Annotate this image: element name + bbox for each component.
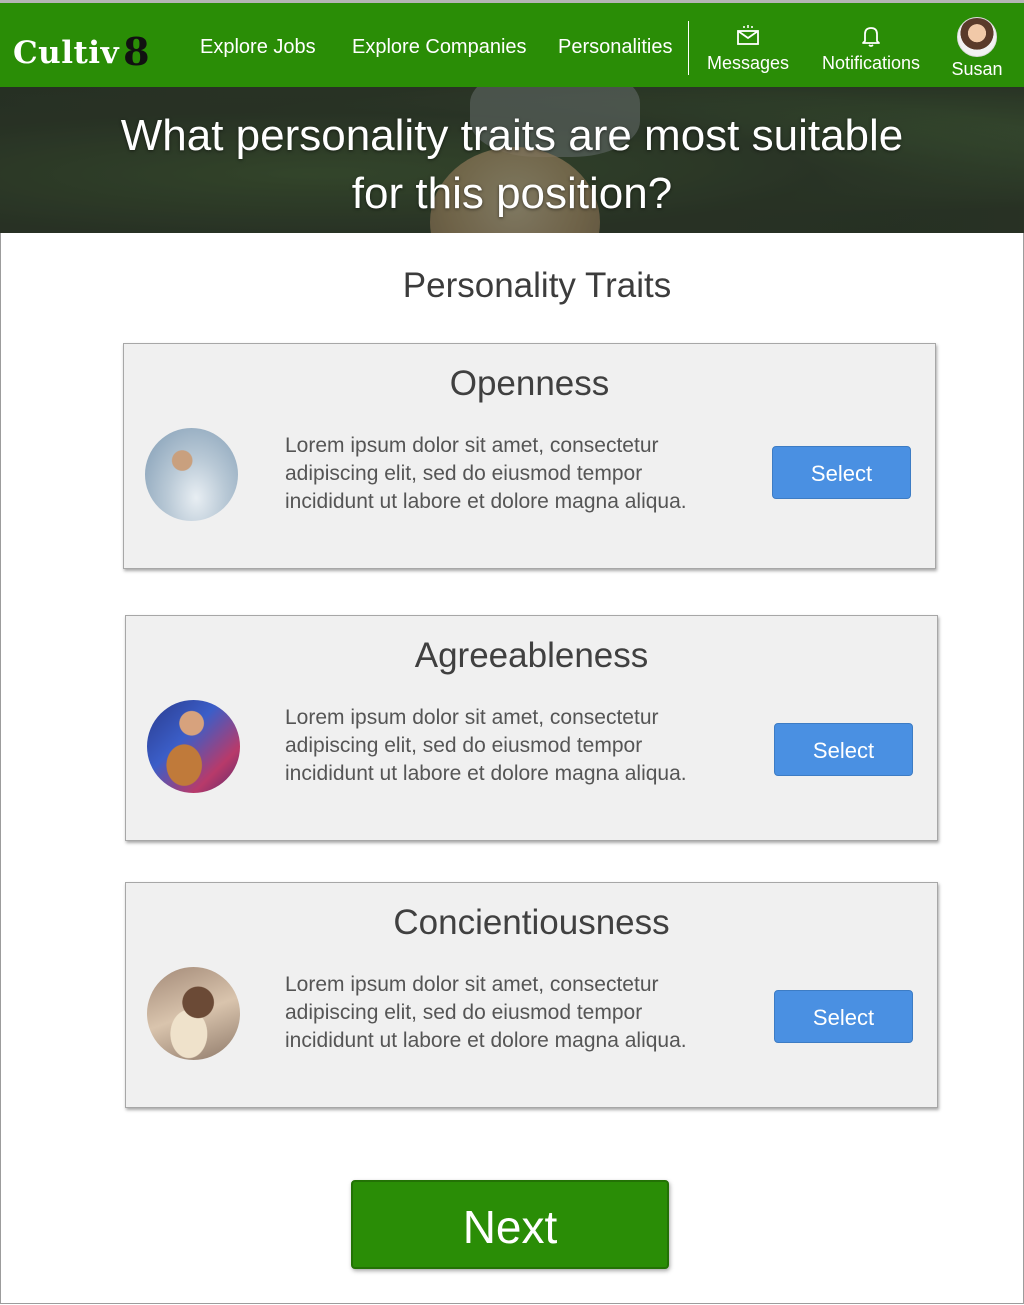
trait-image	[147, 700, 240, 793]
select-conscientiousness-button[interactable]: Select	[774, 990, 913, 1043]
nav-messages[interactable]: Messages	[706, 17, 790, 74]
select-openness-button[interactable]: Select	[772, 446, 911, 499]
hero-title-line-1: What personality traits are most suitabl…	[120, 111, 904, 160]
trait-title: Openness	[449, 364, 610, 403]
trait-description-line: incididunt ut labore et dolore magna ali…	[285, 490, 687, 513]
trait-description-line: adipiscing elit, sed do eiusmod tempor	[285, 734, 643, 757]
hero-banner: What personality traits are most suitabl…	[0, 87, 1024, 233]
trait-description-line: Lorem ipsum dolor sit amet, consectetur	[285, 973, 659, 996]
logo[interactable]: Cultiv 8	[13, 27, 151, 74]
bell-icon	[862, 27, 880, 47]
nav-personalities[interactable]: Personalities	[558, 36, 673, 59]
nav-notifications[interactable]: Notifications	[820, 17, 922, 74]
messages-icon	[737, 25, 759, 45]
trait-card-conscientiousness: Concientiousness Lorem ipsum dolor sit a…	[125, 882, 938, 1108]
trait-description-line: incididunt ut labore et dolore magna ali…	[285, 762, 687, 785]
trait-description-line: incididunt ut labore et dolore magna ali…	[285, 1029, 687, 1052]
trait-description-line: Lorem ipsum dolor sit amet, consectetur	[285, 706, 659, 729]
trait-card-openness: Openness Lorem ipsum dolor sit amet, con…	[123, 343, 936, 569]
select-agreeableness-button[interactable]: Select	[774, 723, 913, 776]
messages-label: Messages	[706, 53, 790, 73]
trait-title: Agreeableness	[414, 636, 649, 675]
trait-description: Lorem ipsum dolor sit amet, consectetur …	[285, 971, 755, 1055]
logo-text: Cultiv	[13, 35, 120, 71]
nav-explore-jobs[interactable]: Explore Jobs	[200, 36, 316, 59]
hero-title: What personality traits are most suitabl…	[0, 107, 1024, 223]
hero-title-line-2: for this position?	[351, 169, 673, 218]
nav-user-profile[interactable]: Susan	[948, 17, 1006, 80]
trait-title: Concientiousness	[393, 903, 670, 942]
next-button[interactable]: Next	[351, 1180, 669, 1269]
trait-card-agreeableness: Agreeableness Lorem ipsum dolor sit amet…	[125, 615, 938, 841]
trait-description-line: adipiscing elit, sed do eiusmod tempor	[285, 462, 643, 485]
section-title: Personality Traits	[402, 266, 672, 305]
trait-description: Lorem ipsum dolor sit amet, consectetur …	[285, 704, 755, 788]
logo-number: 8	[123, 29, 151, 74]
user-name: Susan	[951, 59, 1003, 79]
trait-image	[147, 967, 240, 1060]
trait-description-line: adipiscing elit, sed do eiusmod tempor	[285, 1001, 643, 1024]
nav-divider	[688, 21, 689, 75]
notifications-label: Notifications	[821, 53, 921, 73]
top-navbar: Cultiv 8 Explore Jobs Explore Companies P…	[0, 0, 1024, 87]
trait-description-line: Lorem ipsum dolor sit amet, consectetur	[285, 434, 659, 457]
trait-image	[145, 428, 238, 521]
trait-description: Lorem ipsum dolor sit amet, consectetur …	[285, 432, 755, 516]
nav-explore-companies[interactable]: Explore Companies	[352, 36, 527, 59]
avatar	[957, 17, 997, 57]
